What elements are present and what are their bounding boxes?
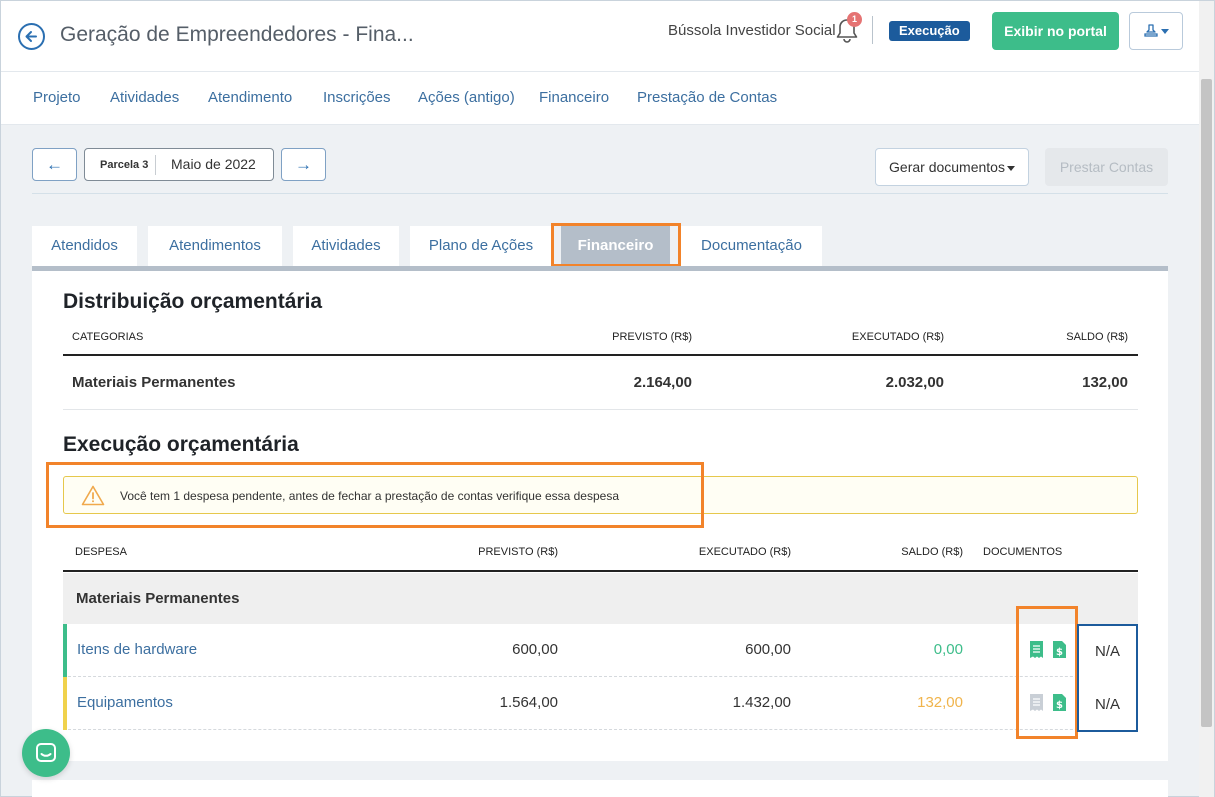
distribution-title: Distribuição orçamentária <box>63 290 323 313</box>
status-bar <box>63 624 67 677</box>
expense-group-name: Materiais Permanentes <box>76 590 240 607</box>
expense-previsto: 1.564,00 <box>499 694 558 711</box>
expense-saldo: 132,00 <box>917 694 963 711</box>
tab-atendidos[interactable]: Atendidos <box>32 226 137 268</box>
back-button[interactable] <box>18 23 45 50</box>
divider <box>872 16 873 44</box>
scrollbar[interactable] <box>1199 1 1214 797</box>
page-title: Geração de Empreendedores - Fina... <box>60 23 414 46</box>
parcela-selector[interactable]: Parcela 3 Maio de 2022 <box>84 148 274 181</box>
column-header-saldo: SALDO (R$) <box>901 546 963 558</box>
column-header-documentos: DOCUMENTOS <box>983 546 1063 558</box>
notifications-button[interactable]: 1 <box>834 12 862 45</box>
expense-executado: 600,00 <box>745 641 791 658</box>
parcela-label: Parcela 3 <box>100 159 149 171</box>
table-header-rule <box>63 354 1138 356</box>
nav-financeiro[interactable]: Financeiro <box>539 89 609 106</box>
divider <box>155 155 156 175</box>
category-saldo: 132,00 <box>1082 374 1128 391</box>
expense-link[interactable]: Itens de hardware <box>77 641 197 658</box>
expense-link[interactable]: Equipamentos <box>77 694 173 711</box>
panel-footer <box>32 780 1168 797</box>
nav-inscricoes[interactable]: Inscrições <box>323 89 391 106</box>
row-divider <box>63 409 1138 410</box>
column-header-previsto: PREVISTO (R$) <box>612 331 692 343</box>
column-header-previsto: PREVISTO (R$) <box>478 546 558 558</box>
column-header-executado: EXECUTADO (R$) <box>698 546 791 558</box>
tab-atividades[interactable]: Atividades <box>293 226 399 268</box>
stamp-icon <box>1144 24 1158 37</box>
na-column-box: N/A N/A <box>1077 624 1138 732</box>
na-value: N/A <box>1094 643 1120 660</box>
column-header-executado: EXECUTADO (R$) <box>851 331 944 343</box>
tab-highlight-box <box>551 223 681 267</box>
alert-highlight-box <box>46 462 704 528</box>
notification-badge: 1 <box>847 12 862 27</box>
generate-documents-button[interactable]: Gerar documentos <box>875 148 1029 186</box>
execution-title: Execução orçamentária <box>63 433 299 456</box>
nav-projeto[interactable]: Projeto <box>33 89 81 106</box>
category-executado: 2.032,00 <box>885 374 944 391</box>
table-row: Itens de hardware 600,00 600,00 0,00 <box>63 624 1138 677</box>
nav-atividades[interactable]: Atividades <box>110 89 179 106</box>
project-nav: Projeto Atividades Atendimento Inscriçõe… <box>1 72 1199 125</box>
category-name: Materiais Permanentes <box>72 374 236 391</box>
status-bar <box>63 677 67 730</box>
status-badge: Execução <box>889 21 970 41</box>
divider <box>32 193 1168 194</box>
documents-highlight-box <box>1016 606 1078 739</box>
expense-previsto: 600,00 <box>512 641 558 658</box>
chat-icon <box>36 743 56 762</box>
top-header: Geração de Empreendedores - Fina... Búss… <box>1 1 1199 72</box>
tab-documentacao[interactable]: Documentação <box>681 226 822 268</box>
column-header-saldo: SALDO (R$) <box>1066 331 1128 343</box>
previous-parcela-button[interactable]: ← <box>32 148 77 181</box>
table-row: Equipamentos 1.564,00 1.432,00 132,00 <box>63 677 1138 730</box>
column-header-categorias: CATEGORIAS <box>72 331 144 343</box>
nav-acoes-antigo[interactable]: Ações (antigo) <box>418 89 515 106</box>
nav-atendimento[interactable]: Atendimento <box>208 89 292 106</box>
generate-documents-label: Gerar documentos <box>889 159 1005 175</box>
user-menu-button[interactable] <box>1129 12 1183 50</box>
tab-atendimentos[interactable]: Atendimentos <box>148 226 282 268</box>
parcela-month: Maio de 2022 <box>171 156 256 172</box>
show-in-portal-button[interactable]: Exibir no portal <box>992 12 1119 50</box>
category-previsto: 2.164,00 <box>633 374 692 391</box>
org-name: Bússola Investidor Social <box>668 22 836 39</box>
na-value: N/A <box>1094 696 1120 713</box>
column-header-despesa: DESPESA <box>75 546 127 558</box>
nav-prestacao-de-contas[interactable]: Prestação de Contas <box>637 89 777 106</box>
expense-saldo: 0,00 <box>933 641 963 658</box>
expense-executado: 1.432,00 <box>732 694 791 711</box>
arrow-left-icon <box>25 31 37 42</box>
expense-group-row: Materiais Permanentes <box>63 573 1138 624</box>
scrollbar-thumb[interactable] <box>1201 79 1212 727</box>
caret-down-icon <box>1006 165 1015 171</box>
chat-button[interactable] <box>22 729 70 777</box>
caret-down-icon <box>1161 28 1169 34</box>
next-parcela-button[interactable]: → <box>281 148 326 181</box>
table-header-rule <box>63 570 1138 572</box>
submit-accounts-button[interactable]: Prestar Contas <box>1045 148 1168 186</box>
tab-plano-de-acoes[interactable]: Plano de Ações <box>410 226 552 268</box>
